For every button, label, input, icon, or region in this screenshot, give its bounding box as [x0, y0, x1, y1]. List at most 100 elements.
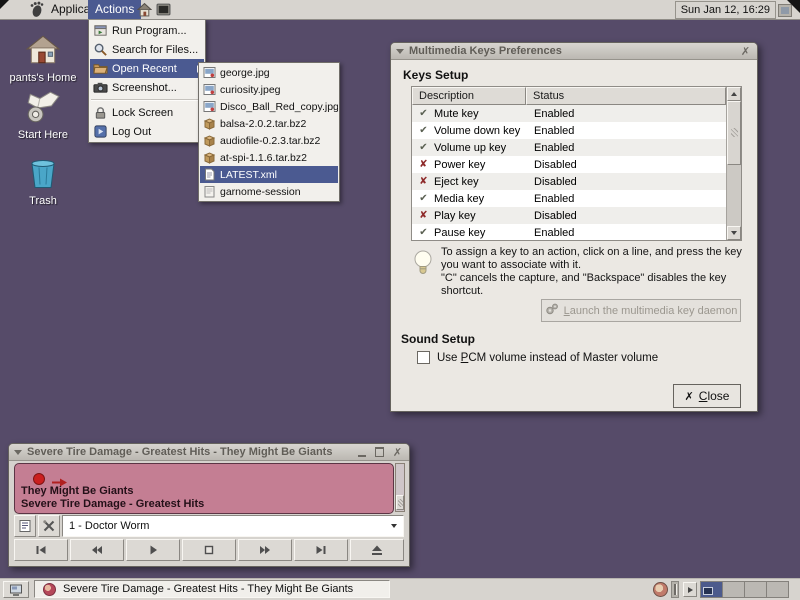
- close-window-button[interactable]: ✗: [391, 446, 404, 459]
- desktop-icon-label: Trash: [0, 195, 86, 207]
- rewind-icon: [91, 544, 103, 556]
- workspace-2[interactable]: [722, 581, 745, 598]
- recent-item[interactable]: garnome-session: [200, 183, 338, 200]
- terminal-launcher-icon[interactable]: [156, 2, 171, 22]
- launch-daemon-button[interactable]: Launch the multimedia key daemon: [541, 299, 741, 322]
- status-mark: ✘: [417, 210, 430, 221]
- key-name: Eject key: [430, 176, 525, 188]
- previous-track-button[interactable]: [14, 539, 68, 561]
- fast-forward-button[interactable]: [238, 539, 292, 561]
- document-file-icon: [203, 168, 216, 181]
- taskbar-task-button[interactable]: Severe Tire Damage - Greatest Hits - The…: [34, 580, 390, 598]
- menu-item-label: Search for Files...: [112, 44, 198, 56]
- table-row[interactable]: ✔Media keyEnabled: [412, 190, 726, 207]
- clock-applet[interactable]: Sun Jan 12, 16:29: [675, 1, 776, 19]
- menu-item-label: Run Program...: [112, 25, 187, 37]
- archive-file-icon: [203, 151, 216, 164]
- key-name: Play key: [430, 210, 525, 222]
- close-x-icon: ✗: [685, 390, 694, 403]
- table-row[interactable]: ✔Volume down keyEnabled: [412, 122, 726, 139]
- recent-item[interactable]: audiofile-0.2.3.tar.bz2: [200, 132, 338, 149]
- status-mark: ✔: [417, 125, 430, 136]
- table-row[interactable]: ✘Power keyDisabled: [412, 156, 726, 173]
- close-window-button[interactable]: ✗: [739, 45, 752, 58]
- scrollbar-thumb[interactable]: [727, 101, 741, 165]
- close-button-label: Close: [699, 389, 730, 403]
- lightbulb-icon: [412, 249, 434, 282]
- scroll-up-button[interactable]: [727, 87, 741, 101]
- key-name: Volume down key: [430, 125, 525, 137]
- menu-item-open-recent[interactable]: Open Recent: [90, 59, 204, 78]
- menu-item-search-files[interactable]: Search for Files...: [90, 40, 204, 59]
- recent-item[interactable]: at-spi-1.1.6.tar.bz2: [200, 149, 338, 166]
- key-name: Volume up key: [430, 142, 525, 154]
- maximize-button[interactable]: [373, 446, 386, 459]
- table-row[interactable]: ✘Play keyDisabled: [412, 207, 726, 224]
- track-selector-combo[interactable]: 1 - Doctor Worm: [62, 515, 404, 537]
- menu-item-log-out[interactable]: Log Out: [90, 122, 204, 141]
- desktop-icon-label: Start Here: [0, 129, 86, 141]
- player-app-icon: [43, 583, 56, 596]
- table-row[interactable]: ✔Volume up keyEnabled: [412, 139, 726, 156]
- notification-applet-icon[interactable]: [653, 582, 668, 597]
- player-titlebar[interactable]: Severe Tire Damage - Greatest Hits - The…: [9, 444, 409, 461]
- close-icon: ✗: [393, 446, 402, 459]
- actions-menu[interactable]: Actions: [88, 0, 141, 19]
- close-button[interactable]: ✗ Close: [673, 384, 741, 408]
- actions-menu-popup: Run Program... Search for Files... Open …: [88, 19, 206, 143]
- key-name: Mute key: [430, 108, 525, 120]
- scroll-down-button[interactable]: [727, 226, 741, 240]
- minimize-button[interactable]: [355, 446, 368, 459]
- pager-arrow-button[interactable]: [683, 582, 697, 597]
- recent-item-label: at-spi-1.1.6.tar.bz2: [220, 152, 307, 164]
- show-desktop-button[interactable]: [3, 581, 29, 598]
- table-scrollbar[interactable]: [726, 87, 741, 240]
- table-row[interactable]: ✔Pause keyEnabled: [412, 224, 726, 240]
- desktop-icon-home[interactable]: pants's Home: [0, 33, 86, 84]
- recent-item[interactable]: curiosity.jpeg: [200, 81, 338, 98]
- recent-item-label: audiofile-0.2.3.tar.bz2: [220, 135, 320, 147]
- volume-slider[interactable]: [395, 463, 405, 512]
- recent-item[interactable]: Disco_Ball_Red_copy.jpg: [200, 98, 338, 115]
- gears-icon: [545, 302, 559, 319]
- window-menu-icon[interactable]: [396, 49, 404, 54]
- window-menu-icon[interactable]: [14, 450, 22, 455]
- table-row[interactable]: ✔Mute keyEnabled: [412, 105, 726, 122]
- workspace-4[interactable]: [766, 581, 789, 598]
- column-header-status[interactable]: Status: [526, 87, 726, 105]
- key-status: Disabled: [525, 176, 577, 188]
- dialog-title: Multimedia Keys Preferences: [409, 45, 734, 57]
- key-status: Enabled: [525, 227, 574, 239]
- maximize-icon: [375, 447, 384, 457]
- pcm-checkbox[interactable]: [417, 351, 430, 364]
- workspace-3[interactable]: [744, 581, 767, 598]
- mixer-button[interactable]: [38, 515, 60, 537]
- workspace-1[interactable]: [700, 581, 723, 598]
- recent-item[interactable]: george.jpg: [200, 64, 338, 81]
- rewind-button[interactable]: [70, 539, 124, 561]
- dialog-titlebar[interactable]: Multimedia Keys Preferences ✗: [391, 43, 757, 60]
- recent-item-selected[interactable]: LATEST.xml: [200, 166, 338, 183]
- next-track-button[interactable]: [294, 539, 348, 561]
- trash-icon: [28, 155, 58, 190]
- home-launcher-icon[interactable]: [137, 2, 152, 22]
- menu-item-label: Log Out: [112, 126, 151, 138]
- key-name: Power key: [430, 159, 525, 171]
- panel-drag-handle[interactable]: [671, 581, 679, 598]
- menu-item-screenshot[interactable]: Screenshot...: [90, 78, 204, 97]
- playlist-button[interactable]: [14, 515, 36, 537]
- column-header-description[interactable]: Description: [412, 87, 526, 105]
- recent-item[interactable]: balsa-2.0.2.tar.bz2: [200, 115, 338, 132]
- display-album: Severe Tire Damage - Greatest Hits: [21, 498, 204, 510]
- stop-button[interactable]: [182, 539, 236, 561]
- desktop-icon-trash[interactable]: Trash: [0, 155, 86, 207]
- table-row[interactable]: ✘Eject keyDisabled: [412, 173, 726, 190]
- play-button[interactable]: [126, 539, 180, 561]
- eject-button[interactable]: [350, 539, 404, 561]
- desktop-icon-start-here[interactable]: Start Here: [0, 91, 86, 141]
- menu-item-run-program[interactable]: Run Program...: [90, 21, 204, 40]
- multimedia-keys-dialog: Multimedia Keys Preferences ✗ Keys Setup…: [390, 42, 758, 412]
- key-status: Disabled: [525, 159, 577, 171]
- volume-slider-handle[interactable]: [396, 495, 404, 510]
- menu-item-lock-screen[interactable]: Lock Screen: [90, 103, 204, 122]
